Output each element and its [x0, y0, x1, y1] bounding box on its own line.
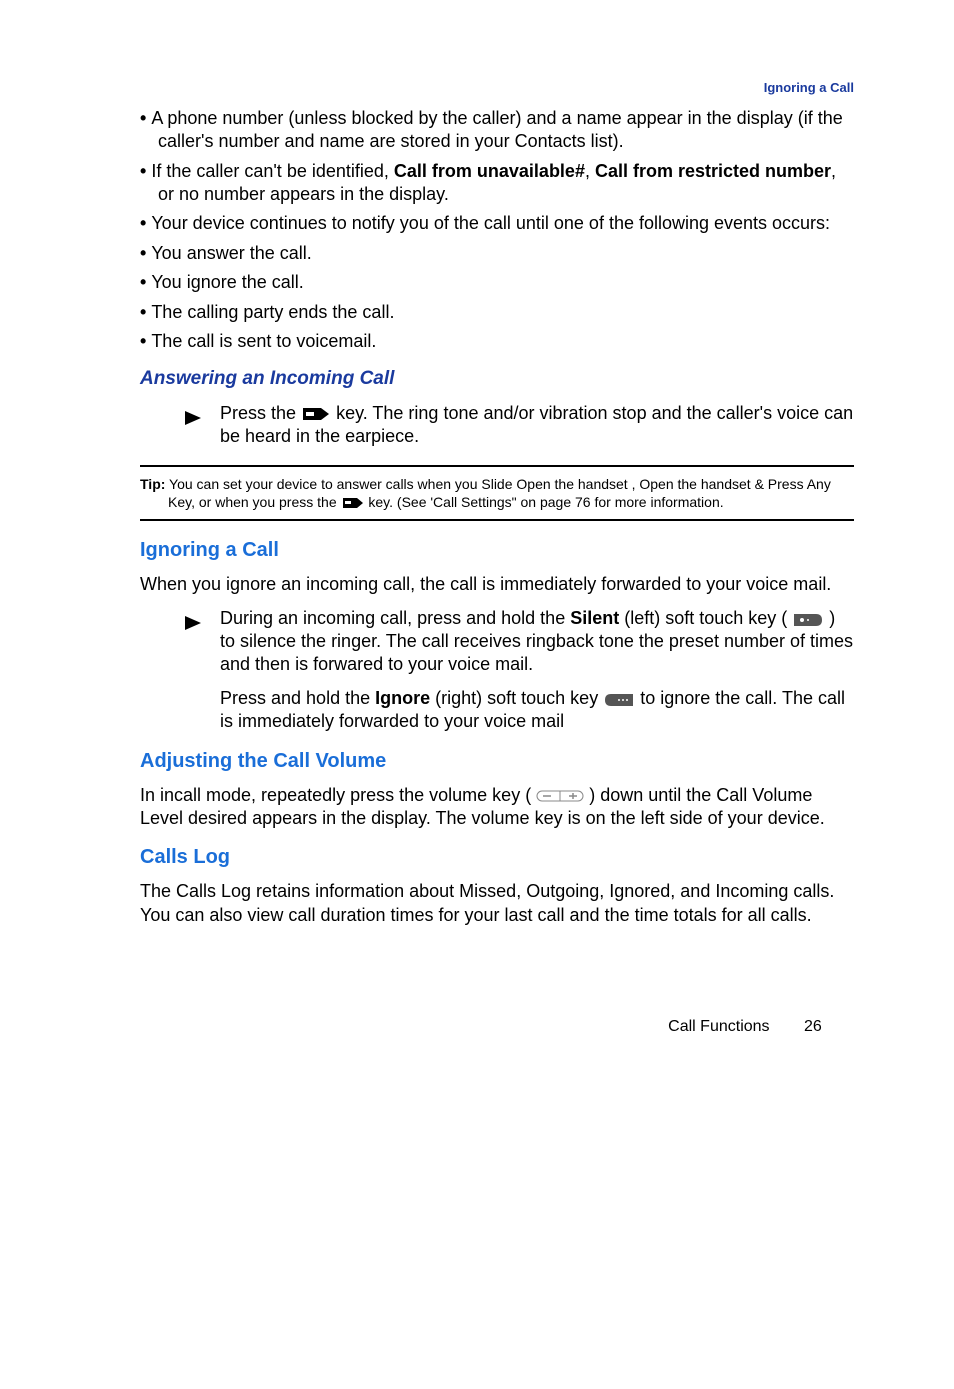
- step-text: During an incoming call, press and hold …: [220, 608, 570, 628]
- page-number: 26: [804, 1017, 854, 1038]
- ignoring-step2: Press and hold the Ignore (right) soft t…: [220, 687, 854, 734]
- bullet-text: ,: [585, 161, 595, 181]
- list-item: You answer the call.: [140, 242, 854, 265]
- left-softkey-icon: [792, 610, 824, 628]
- list-item: Your device continues to notify you of t…: [140, 212, 854, 235]
- tip-label: Tip:: [140, 476, 165, 492]
- triangle-icon: [185, 611, 201, 634]
- page-footer: Call Functions 26: [140, 1017, 854, 1038]
- step-text: Press the: [220, 403, 301, 423]
- breadcrumb: Ignoring a Call: [140, 80, 854, 97]
- bullet-text: You ignore the call.: [151, 272, 303, 292]
- tip-block: Tip: You can set your device to answer c…: [140, 475, 854, 521]
- footer-label: Call Functions: [668, 1018, 769, 1035]
- step-bold: Ignore: [375, 688, 430, 708]
- list-item: A phone number (unless blocked by the ca…: [140, 107, 854, 154]
- para-text: In incall mode, repeatedly press the vol…: [140, 785, 536, 805]
- ignoring-step: During an incoming call, press and hold …: [220, 607, 854, 677]
- right-softkey-icon: [603, 690, 635, 708]
- triangle-icon: [185, 406, 201, 429]
- heading-ignoring: Ignoring a Call: [140, 537, 854, 563]
- intro-bullets: A phone number (unless blocked by the ca…: [140, 107, 854, 354]
- bullet-bold: Call from restricted number: [595, 161, 831, 181]
- step-bold: Silent: [570, 608, 619, 628]
- send-key-icon: [341, 497, 365, 509]
- step-text: (left) soft touch key (: [619, 608, 792, 628]
- heading-volume: Adjusting the Call Volume: [140, 748, 854, 774]
- bullet-text: The calling party ends the call.: [151, 302, 394, 322]
- bullet-text: The call is sent to voicemail.: [151, 331, 376, 351]
- bullet-text: A phone number (unless blocked by the ca…: [151, 108, 842, 151]
- ignoring-para: When you ignore an incoming call, the ca…: [140, 573, 854, 596]
- tip-text: key. (See 'Call Settings" on page 76 for…: [368, 494, 723, 510]
- answering-step: Press the key. The ring tone and/or vibr…: [220, 402, 854, 449]
- volume-key-icon: [536, 788, 584, 804]
- callslog-para: The Calls Log retains information about …: [140, 880, 854, 927]
- send-key-icon: [301, 406, 331, 422]
- list-item: If the caller can't be identified, Call …: [140, 160, 854, 207]
- list-item: The calling party ends the call.: [140, 301, 854, 324]
- step-text: (right) soft touch key: [430, 688, 603, 708]
- heading-callslog: Calls Log: [140, 844, 854, 870]
- bullet-text: Your device continues to notify you of t…: [151, 213, 830, 233]
- bullet-text: You answer the call.: [151, 243, 311, 263]
- list-item: The call is sent to voicemail.: [140, 330, 854, 353]
- bullet-bold: Call from unavailable#: [394, 161, 585, 181]
- bullet-text: If the caller can't be identified,: [151, 161, 394, 181]
- heading-answering: Answering an Incoming Call: [140, 367, 854, 392]
- divider: [140, 465, 854, 467]
- list-item: You ignore the call.: [140, 271, 854, 294]
- step-text: Press and hold the: [220, 688, 375, 708]
- volume-para: In incall mode, repeatedly press the vol…: [140, 784, 854, 831]
